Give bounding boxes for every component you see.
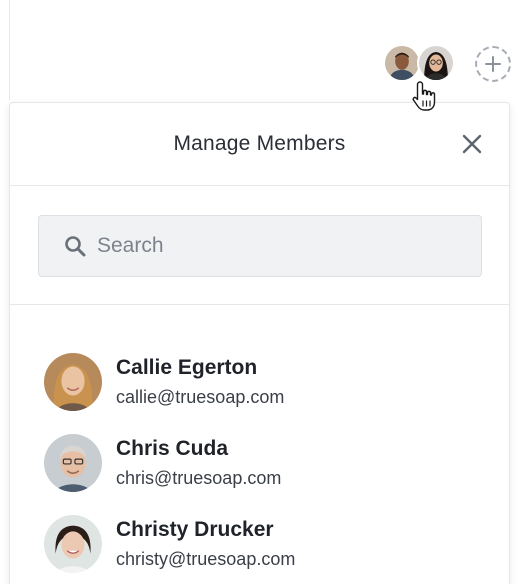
close-icon [462,134,482,154]
hand-pointer-icon [412,81,436,111]
person-avatar-icon [419,46,453,80]
member-details: Chris Cuda chris@truesoap.com [116,436,281,490]
person-avatar-icon [44,514,102,573]
close-button[interactable] [457,129,487,159]
member-details: Callie Egerton callie@truesoap.com [116,355,284,409]
search-icon [65,236,86,257]
person-avatar-icon [385,46,419,80]
search-box[interactable] [38,215,482,277]
member-details: Christy Drucker christy@truesoap.com [116,517,295,571]
member-name: Chris Cuda [116,436,229,460]
member-list: Callie Egerton callie@truesoap.com Chris… [10,305,509,584]
member-name: Christy Drucker [116,517,274,541]
add-member-button[interactable] [475,46,511,82]
member-email: chris@truesoap.com [116,467,282,488]
avatar [44,514,102,573]
member-email: callie@truesoap.com [116,386,285,407]
member-name: Callie Egerton [116,355,258,379]
page: Manage Members Search Callie Egerton cal… [0,0,518,584]
person-avatar-icon [44,433,102,492]
member-email: christy@truesoap.com [116,548,296,569]
plus-icon [485,56,501,72]
person-avatar-icon [44,352,102,411]
popover-header: Manage Members [10,103,509,186]
list-item[interactable]: Christy Drucker christy@truesoap.com [44,503,509,584]
list-item[interactable]: Chris Cuda chris@truesoap.com [44,422,509,503]
popover-title: Manage Members [173,132,346,155]
list-item[interactable]: Callie Egerton callie@truesoap.com [44,341,509,422]
manage-members-popover: Manage Members Search Callie Egerton cal… [9,93,510,584]
search-input[interactable] [97,234,457,258]
board-header [0,0,518,111]
search-section [10,186,509,305]
member-avatar[interactable] [417,44,455,82]
avatar [44,352,102,411]
member-avatar[interactable] [383,44,421,82]
avatar [44,433,102,492]
